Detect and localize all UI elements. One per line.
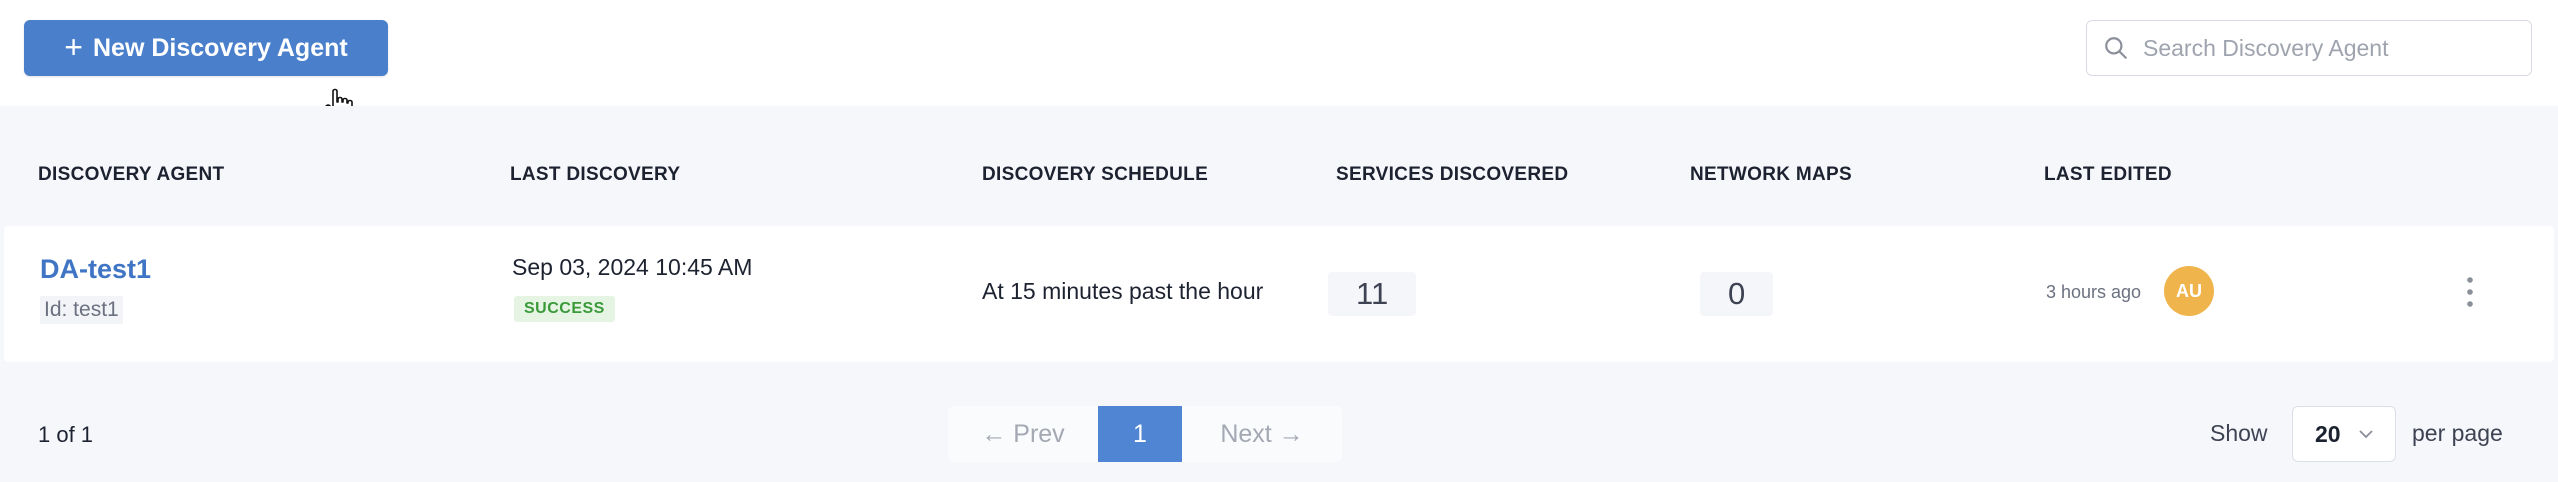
column-header-last-discovery[interactable]: LAST DISCOVERY [510,164,680,186]
column-header-last-edited[interactable]: LAST EDITED [2044,164,2172,186]
table-row: DA-test1 Id: test1 Sep 03, 2024 10:45 AM… [4,226,2554,362]
chevron-down-icon [2358,429,2373,438]
search-box[interactable] [2086,20,2532,76]
next-label: Next [1220,419,1272,448]
column-header-discovery-agent[interactable]: DISCOVERY AGENT [38,164,224,186]
result-count: 1 of 1 [38,422,94,447]
page-button-1[interactable]: 1 [1098,406,1182,462]
agent-name-link[interactable]: DA-test1 [40,254,151,285]
last-discovery-time: Sep 03, 2024 10:45 AM [512,254,753,280]
table-header: DISCOVERY AGENT LAST DISCOVERY DISCOVERY… [0,106,2558,226]
toolbar: + New Discovery Agent [0,0,2558,107]
agent-id: Id: test1 [40,296,123,324]
column-header-network-maps[interactable]: NETWORK MAPS [1690,164,1852,186]
avatar: AU [2164,266,2214,316]
new-discovery-agent-label: New Discovery Agent [92,33,348,62]
prev-page-button[interactable]: ← Prev [948,406,1098,462]
plus-icon: + [64,28,83,65]
search-icon [2105,37,2127,59]
per-page-select[interactable]: 20 [2292,406,2396,462]
services-discovered-count[interactable]: 11 [1328,272,1417,316]
last-edited-time: 3 hours ago [2046,282,2142,302]
new-discovery-agent-button[interactable]: + New Discovery Agent [24,20,388,76]
per-page-label: per page [2412,420,2503,446]
per-page-value: 20 [2315,420,2341,447]
pagination-bar: 1 of 1 ← Prev 1 Next → Show 20 per page [0,362,2558,482]
column-header-services-discovered[interactable]: SERVICES DISCOVERED [1336,164,1568,186]
column-header-discovery-schedule[interactable]: DISCOVERY SCHEDULE [982,164,1208,186]
arrow-left-icon: ← [981,419,1014,448]
discovery-schedule: At 15 minutes past the hour [982,278,1264,304]
next-page-button[interactable]: Next → [1182,406,1342,462]
prev-label: Prev [1013,419,1065,448]
arrow-right-icon: → [1271,419,1304,448]
search-input[interactable] [2141,33,2525,63]
show-label: Show [2210,420,2268,446]
network-maps-count[interactable]: 0 [1700,272,1774,316]
status-badge: SUCCESS [514,296,615,322]
more-options-icon[interactable] [2460,270,2480,314]
pagination: ← Prev 1 Next → [948,406,1342,462]
